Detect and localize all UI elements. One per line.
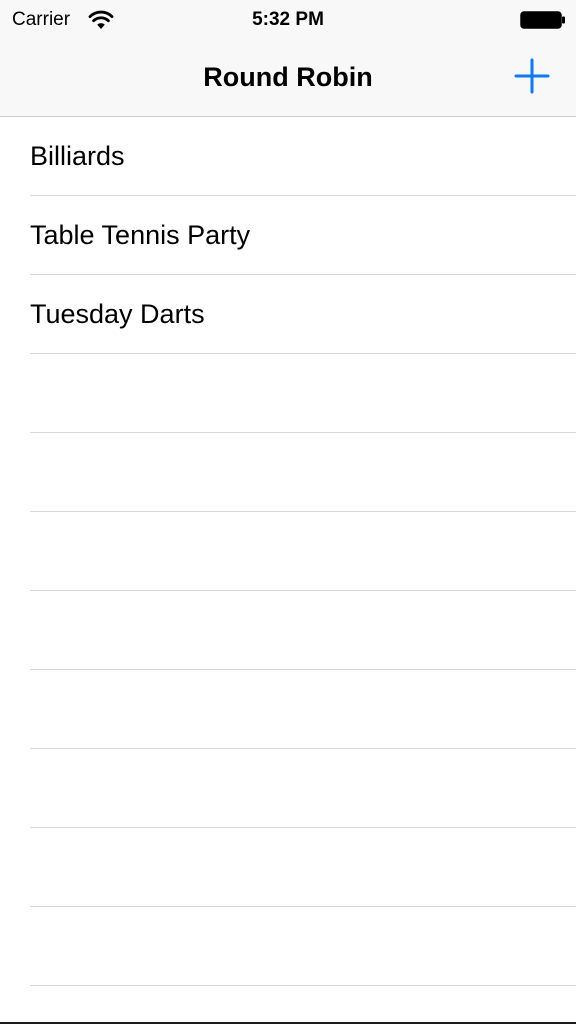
empty-row [0, 354, 576, 433]
list-item[interactable]: Table Tennis Party [0, 196, 576, 275]
tournament-list: Billiards Table Tennis Party Tuesday Dar… [0, 117, 576, 986]
navigation-bar: Round Robin [0, 40, 576, 116]
page-title: Round Robin [203, 62, 373, 92]
status-bar: Carrier 5:32 PM [0, 0, 576, 40]
empty-row [0, 512, 576, 591]
plus-icon [514, 58, 550, 94]
add-button[interactable] [510, 54, 554, 98]
status-time: 5:32 PM [252, 9, 324, 30]
empty-row [0, 591, 576, 670]
list-item-label: Billiards [30, 141, 125, 171]
list-item[interactable]: Billiards [0, 117, 576, 196]
list-item[interactable]: Tuesday Darts [0, 275, 576, 354]
battery-icon [520, 11, 566, 29]
top-chrome: Carrier 5:32 PM Round Robin [0, 0, 576, 117]
list-item-label: Table Tennis Party [30, 220, 251, 250]
list-item-label: Tuesday Darts [30, 299, 205, 329]
empty-row [0, 433, 576, 512]
empty-row [0, 907, 576, 986]
empty-row [0, 828, 576, 907]
empty-row [0, 670, 576, 749]
empty-row [0, 749, 576, 828]
